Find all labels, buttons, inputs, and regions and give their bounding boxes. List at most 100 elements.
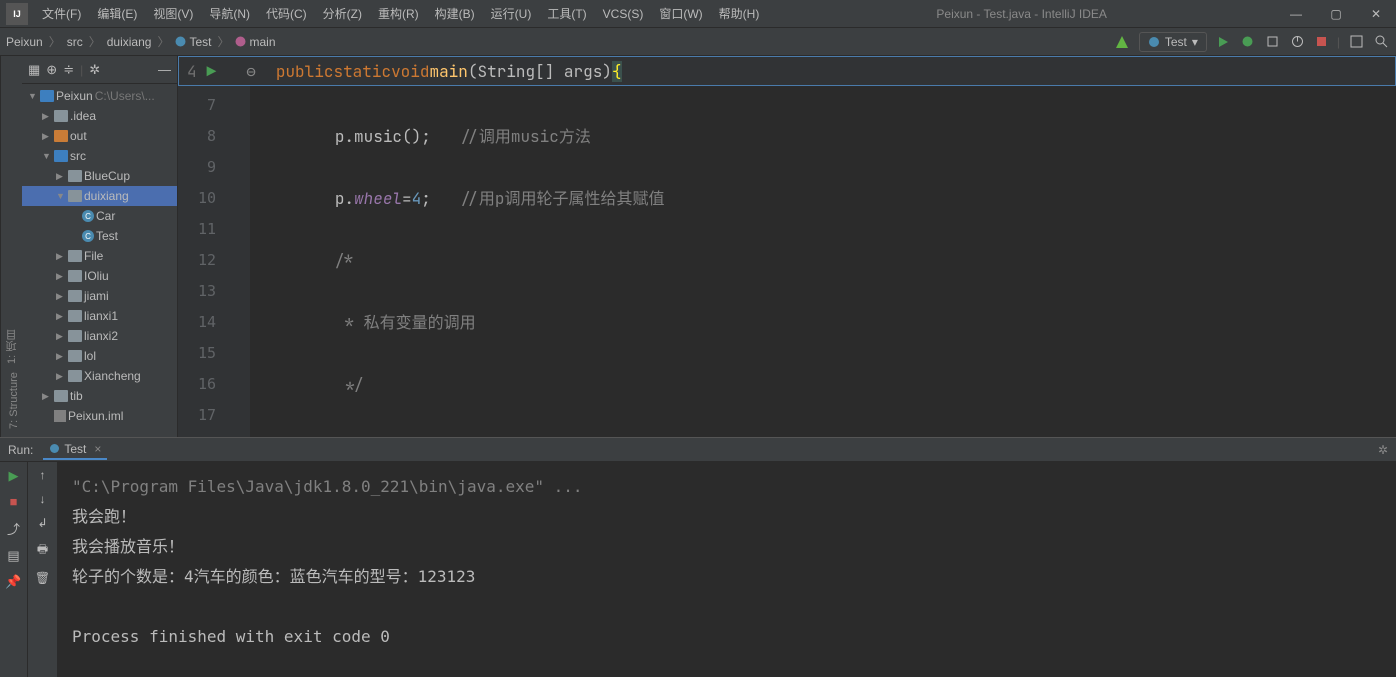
gutter-line-no[interactable]: 10 — [182, 183, 216, 214]
folder-blue-icon — [40, 90, 54, 102]
print-button[interactable]: 🖶 — [37, 540, 48, 561]
tree-arrow-icon[interactable]: ▶ — [56, 171, 66, 182]
tree-arrow-icon[interactable]: ▶ — [42, 111, 52, 122]
menu-item[interactable]: 视图(V) — [145, 0, 201, 28]
run-gutter-icon[interactable]: ▶ — [207, 61, 217, 82]
tree-arrow-icon[interactable]: ▶ — [56, 371, 66, 382]
hide-panel-icon[interactable]: — — [158, 62, 171, 77]
method-icon — [235, 36, 246, 47]
tree-arrow-icon[interactable]: ▼ — [28, 91, 38, 101]
target-icon[interactable]: ⊕ — [46, 62, 57, 78]
trash-button[interactable]: 🗑 — [35, 571, 50, 585]
tree-arrow-icon[interactable]: ▶ — [42, 391, 52, 402]
gutter-line-no[interactable]: 14 — [182, 307, 216, 338]
code-area[interactable]: p.music(); //调用music方法 p.wheel=4; //用p调用… — [250, 86, 1396, 437]
tree-node[interactable]: C Car — [22, 206, 177, 226]
tree-label: BlueCup — [84, 169, 130, 183]
tree-arrow-icon[interactable]: ▶ — [56, 291, 66, 302]
menu-item[interactable]: 构建(B) — [427, 0, 483, 28]
tree-node[interactable]: ▶ out — [22, 126, 177, 146]
gutter-line-no[interactable]: 17 — [182, 400, 216, 431]
menu-item[interactable]: 重构(R) — [370, 0, 427, 28]
breadcrumb-item[interactable]: main — [235, 35, 275, 49]
breadcrumb-item[interactable]: src — [67, 35, 83, 49]
down-button[interactable]: ↓ — [40, 492, 46, 506]
tree-arrow-icon[interactable]: ▶ — [56, 271, 66, 282]
layout-button-2[interactable]: ▤ — [7, 548, 19, 564]
collapse-icon[interactable]: ≑ — [63, 62, 74, 78]
menu-item[interactable]: 工具(T) — [539, 0, 594, 28]
profile-button[interactable] — [1289, 33, 1306, 50]
tree-node[interactable]: ▶ lianxi1 — [22, 306, 177, 326]
tree-arrow-icon[interactable]: ▶ — [56, 251, 66, 262]
minimize-button[interactable]: — — [1276, 0, 1316, 28]
tree-node[interactable]: ▶ tib — [22, 386, 177, 406]
breadcrumb-item[interactable]: duixiang — [107, 35, 152, 49]
tree-arrow-icon[interactable]: ▼ — [56, 191, 66, 201]
tree-node[interactable]: ▼ duixiang — [22, 186, 177, 206]
rerun-button[interactable]: ▶ — [9, 468, 19, 484]
close-button[interactable]: ✕ — [1356, 0, 1396, 28]
editor-body[interactable]: 7891011121314151617 p.music(); //调用music… — [178, 86, 1396, 437]
menu-item[interactable]: 编辑(E) — [89, 0, 145, 28]
comment: * 私有变量的调用 — [335, 312, 476, 333]
layout-button[interactable] — [1348, 33, 1365, 50]
tree-node[interactable]: ▶ Xiancheng — [22, 366, 177, 386]
tree-node[interactable]: ▼ src — [22, 146, 177, 166]
wrap-button[interactable]: ↲ — [37, 516, 47, 530]
menu-item[interactable]: 导航(N) — [201, 0, 258, 28]
menu-item[interactable]: 帮助(H) — [711, 0, 768, 28]
tree-node[interactable]: ▶ lol — [22, 346, 177, 366]
run-button[interactable] — [1215, 34, 1231, 50]
stop-run-button[interactable]: ■ — [10, 494, 18, 509]
menu-item[interactable]: 文件(F) — [34, 0, 89, 28]
menu-item[interactable]: 运行(U) — [483, 0, 540, 28]
tree-node[interactable]: ▶ BlueCup — [22, 166, 177, 186]
tree-arrow-icon[interactable]: ▶ — [56, 331, 66, 342]
tree-node[interactable]: C Test — [22, 226, 177, 246]
gutter-line-no[interactable]: 11 — [182, 214, 216, 245]
gutter-line-no[interactable]: 13 — [182, 276, 216, 307]
tree-arrow-icon[interactable]: ▶ — [56, 311, 66, 322]
project-view-icon[interactable]: ▦ — [28, 62, 40, 78]
tree-arrow-icon[interactable]: ▶ — [56, 351, 66, 362]
run-settings-icon[interactable]: ✲ — [1378, 443, 1388, 457]
maximize-button[interactable]: ▢ — [1316, 0, 1356, 28]
up-button[interactable]: ↑ — [40, 468, 46, 482]
tree-node[interactable]: Peixun.iml — [22, 406, 177, 426]
build-icon[interactable] — [1113, 33, 1131, 51]
coverage-button[interactable] — [1264, 33, 1281, 50]
settings-icon[interactable]: ✲ — [89, 62, 100, 78]
search-button[interactable] — [1373, 33, 1390, 50]
gutter-line-no[interactable]: 16 — [182, 369, 216, 400]
side-tab-structure[interactable]: 7: Structure — [3, 372, 20, 429]
tree-node[interactable]: ▶ lianxi2 — [22, 326, 177, 346]
gutter-line-no[interactable]: 15 — [182, 338, 216, 369]
debug-button[interactable] — [1239, 33, 1256, 50]
stop-button[interactable] — [1314, 34, 1329, 49]
exit-button[interactable]: ⤴ — [7, 519, 20, 538]
menu-item[interactable]: 窗口(W) — [651, 0, 710, 28]
menu-item[interactable]: 分析(Z) — [315, 0, 370, 28]
tree-arrow-icon[interactable]: ▶ — [42, 131, 52, 142]
console-output[interactable]: "C:\Program Files\Java\jdk1.8.0_221\bin\… — [58, 462, 1396, 677]
gutter-line-no[interactable]: 12 — [182, 245, 216, 276]
gutter-line-no[interactable]: 8 — [182, 121, 216, 152]
pin-button[interactable]: 📌 — [5, 574, 21, 590]
tree-node[interactable]: ▼ Peixun C:\Users\... — [22, 86, 177, 106]
tree-node[interactable]: ▶ .idea — [22, 106, 177, 126]
gutter-line-no[interactable]: 7 — [182, 90, 216, 121]
tree-arrow-icon[interactable]: ▼ — [42, 151, 52, 161]
close-tab-icon[interactable]: × — [94, 442, 101, 456]
breadcrumb-item[interactable]: Test — [175, 35, 211, 49]
gutter-line-no[interactable]: 9 — [182, 152, 216, 183]
side-tab-project[interactable]: 1: 项目 — [3, 330, 20, 364]
menu-item[interactable]: 代码(C) — [258, 0, 315, 28]
tree-node[interactable]: ▶ IOliu — [22, 266, 177, 286]
menu-item[interactable]: VCS(S) — [595, 0, 652, 28]
run-tab[interactable]: Test × — [43, 440, 107, 460]
breadcrumb-item[interactable]: Peixun — [6, 35, 43, 49]
tree-node[interactable]: ▶ jiami — [22, 286, 177, 306]
tree-node[interactable]: ▶ File — [22, 246, 177, 266]
run-config-selector[interactable]: Test ▾ — [1139, 32, 1207, 52]
